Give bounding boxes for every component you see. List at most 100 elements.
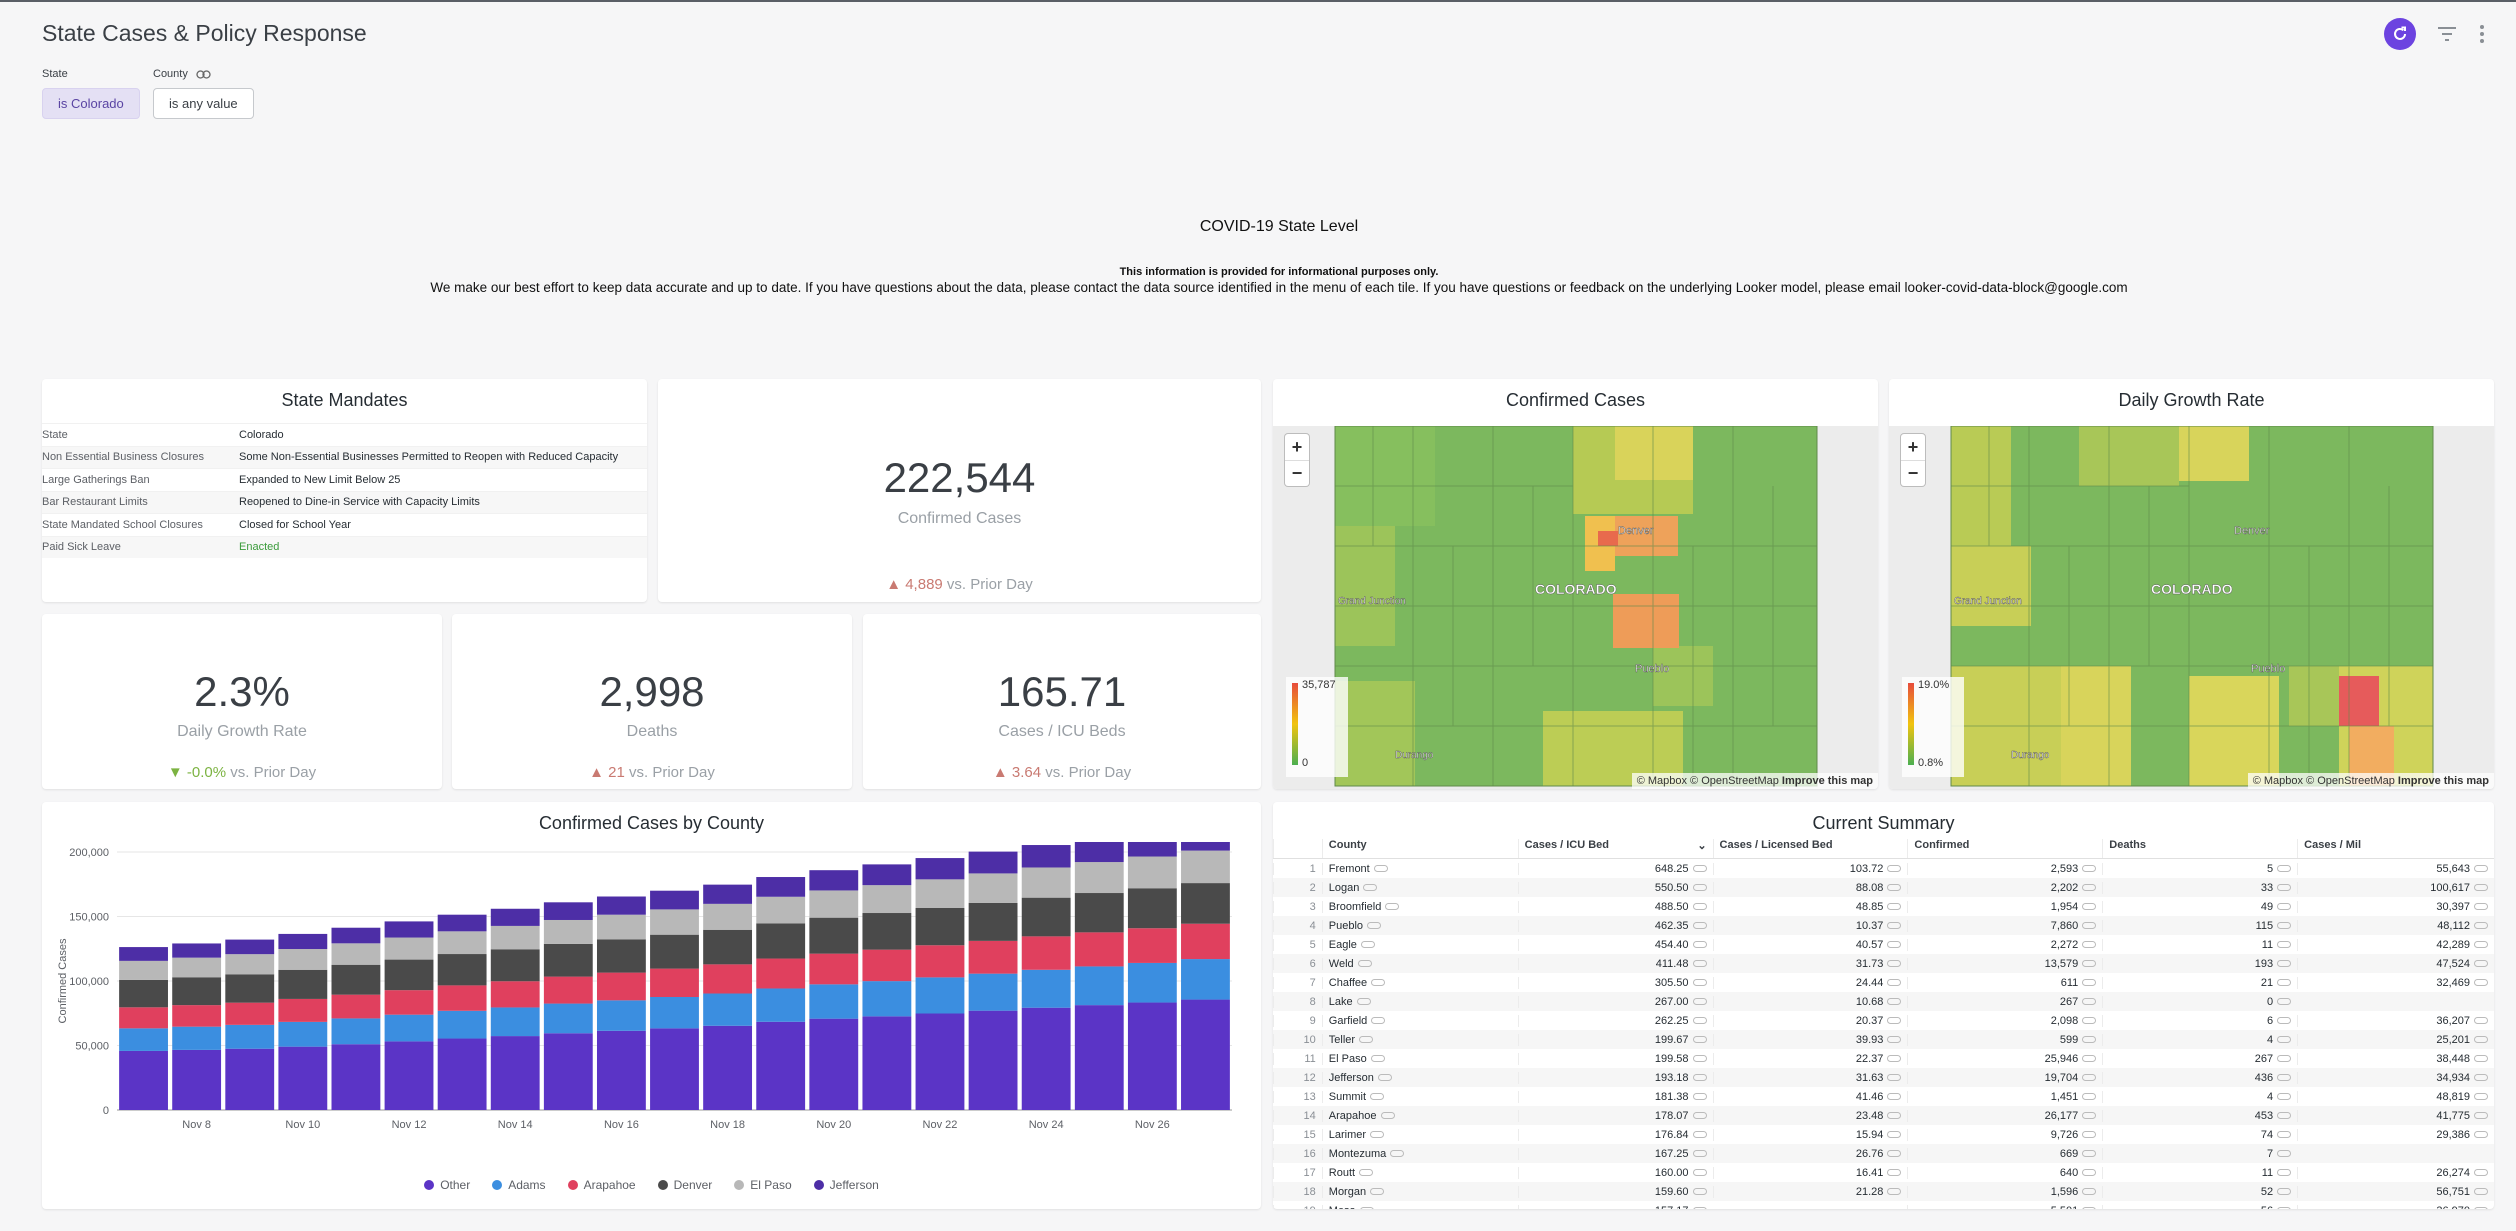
drill-menu-icon[interactable] <box>1692 1169 1707 1177</box>
bar-segment-jefferson[interactable] <box>331 927 381 944</box>
bar-segment-jefferson[interactable] <box>968 851 1018 874</box>
drill-menu-icon[interactable] <box>2082 960 2097 968</box>
drill-menu-icon[interactable] <box>2474 922 2489 930</box>
bar-segment-other[interactable] <box>756 1021 806 1110</box>
bar-segment-jefferson[interactable] <box>1074 842 1124 863</box>
drill-menu-icon[interactable] <box>2082 1017 2097 1025</box>
bar-segment-adams[interactable] <box>915 977 965 1014</box>
table-row[interactable]: 5 Eagle 454.40 40.57 2,272 11 42,289 <box>1273 935 2494 954</box>
bar-segment-arapahoe[interactable] <box>543 976 593 1004</box>
drill-menu-icon[interactable] <box>1692 1074 1707 1082</box>
drill-menu-icon[interactable] <box>2277 865 2292 873</box>
drill-menu-icon[interactable] <box>2082 1131 2097 1139</box>
drill-menu-icon[interactable] <box>1692 1112 1707 1120</box>
bar-segment-el-paso[interactable] <box>278 949 328 970</box>
drill-menu-icon[interactable] <box>2277 1150 2292 1158</box>
legend-item[interactable]: Other <box>424 1178 470 1192</box>
drill-menu-icon[interactable] <box>2277 1055 2292 1063</box>
drill-menu-icon[interactable] <box>2082 1169 2097 1177</box>
drill-menu-icon[interactable] <box>1371 979 1386 987</box>
bar-segment-denver[interactable] <box>968 902 1018 941</box>
drill-menu-icon[interactable] <box>1692 865 1707 873</box>
bar-segment-el-paso[interactable] <box>809 890 859 918</box>
bar-segment-other[interactable] <box>862 1016 912 1110</box>
drill-menu-icon[interactable] <box>2082 1207 2097 1209</box>
bar-segment-el-paso[interactable] <box>1074 862 1124 894</box>
table-row[interactable]: 16 Montezuma 167.25 26.76 669 7 <box>1273 1144 2494 1163</box>
drill-menu-icon[interactable] <box>1887 1112 1902 1120</box>
col-header-cases-icu[interactable]: Cases / ICU Bed ⌄ <box>1517 839 1713 858</box>
bar-segment-arapahoe[interactable] <box>809 953 859 985</box>
drill-menu-icon[interactable] <box>1692 1131 1707 1139</box>
bar-segment-jefferson[interactable] <box>809 870 859 891</box>
drill-menu-icon[interactable] <box>2082 1055 2097 1063</box>
bar-segment-jefferson[interactable] <box>490 908 540 926</box>
bar-segment-el-paso[interactable] <box>384 937 434 960</box>
bar-segment-arapahoe[interactable] <box>1181 923 1230 960</box>
bar-segment-jefferson[interactable] <box>862 864 912 886</box>
bar-segment-denver[interactable] <box>756 923 806 959</box>
bar-segment-adams[interactable] <box>968 973 1018 1011</box>
bar-segment-denver[interactable] <box>331 964 381 995</box>
drill-menu-icon[interactable] <box>1692 998 1707 1006</box>
bar-segment-other[interactable] <box>968 1010 1018 1110</box>
bar-segment-el-paso[interactable] <box>543 919 593 944</box>
bar-segment-el-paso[interactable] <box>915 879 965 908</box>
bar-segment-el-paso[interactable] <box>596 914 646 940</box>
bar-segment-adams[interactable] <box>703 993 753 1026</box>
bar-segment-jefferson[interactable] <box>703 884 753 904</box>
col-header-cases-mil[interactable]: Cases / Mil <box>2297 839 2494 858</box>
bar-segment-adams[interactable] <box>1074 966 1124 1006</box>
bar-segment-jefferson[interactable] <box>543 902 593 920</box>
zoom-out-button[interactable]: − <box>1285 460 1309 486</box>
drill-menu-icon[interactable] <box>1887 1017 1902 1025</box>
drill-menu-icon[interactable] <box>1692 1093 1707 1101</box>
drill-menu-icon[interactable] <box>1356 998 1371 1006</box>
bar-segment-denver[interactable] <box>596 939 646 973</box>
bar-segment-other[interactable] <box>490 1036 540 1110</box>
drill-menu-icon[interactable] <box>2277 941 2292 949</box>
drill-menu-icon[interactable] <box>2082 979 2097 987</box>
bar-segment-arapahoe[interactable] <box>225 1002 275 1025</box>
bar-segment-arapahoe[interactable] <box>331 994 381 1019</box>
drill-menu-icon[interactable] <box>2277 1017 2292 1025</box>
bar-segment-el-paso[interactable] <box>172 957 222 978</box>
bar-segment-adams[interactable] <box>437 1010 487 1039</box>
table-row[interactable]: 15 Larimer 176.84 15.94 9,726 74 29,386 <box>1273 1125 2494 1144</box>
drill-menu-icon[interactable] <box>1360 941 1375 949</box>
table-row[interactable]: 3 Broomfield 488.50 48.85 1,954 49 30,397 <box>1273 897 2494 916</box>
bar-segment-arapahoe[interactable] <box>1127 928 1177 963</box>
drill-menu-icon[interactable] <box>1692 1188 1707 1196</box>
drill-menu-icon[interactable] <box>2277 922 2292 930</box>
bar-segment-arapahoe[interactable] <box>915 945 965 978</box>
bar-segment-el-paso[interactable] <box>862 885 912 914</box>
drill-menu-icon[interactable] <box>1887 979 1902 987</box>
county-filter-chip[interactable]: is any value <box>153 88 254 119</box>
bar-segment-arapahoe[interactable] <box>1021 936 1071 970</box>
drill-menu-icon[interactable] <box>2474 1055 2489 1063</box>
bar-segment-el-paso[interactable] <box>1181 850 1230 884</box>
drill-menu-icon[interactable] <box>1692 1150 1707 1158</box>
drill-menu-icon[interactable] <box>1887 960 1902 968</box>
bar-segment-other[interactable] <box>1181 999 1230 1110</box>
drill-menu-icon[interactable] <box>2082 903 2097 911</box>
bar-segment-other[interactable] <box>225 1048 275 1110</box>
drill-menu-icon[interactable] <box>2082 922 2097 930</box>
drill-menu-icon[interactable] <box>1692 884 1707 892</box>
bar-segment-denver[interactable] <box>543 943 593 977</box>
drill-menu-icon[interactable] <box>1692 979 1707 987</box>
drill-menu-icon[interactable] <box>1370 1055 1385 1063</box>
col-header-cases-licensed[interactable]: Cases / Licensed Bed <box>1712 839 1908 858</box>
drill-menu-icon[interactable] <box>1385 903 1400 911</box>
table-row[interactable]: 19 Mesa 157.17 5,501 56 36,970 <box>1273 1201 2494 1209</box>
drill-menu-icon[interactable] <box>2474 941 2489 949</box>
table-row[interactable]: 4 Pueblo 462.35 10.37 7,860 115 48,112 <box>1273 916 2494 935</box>
bar-segment-other[interactable] <box>1074 1005 1124 1110</box>
bar-segment-jefferson[interactable] <box>278 933 328 950</box>
table-row[interactable]: 14 Arapahoe 178.07 23.48 26,177 453 41,775 <box>1273 1106 2494 1125</box>
table-row[interactable]: 7 Chaffee 305.50 24.44 611 21 32,469 <box>1273 973 2494 992</box>
legend-item[interactable]: Denver <box>657 1178 712 1192</box>
bar-segment-denver[interactable] <box>1021 897 1071 937</box>
bar-segment-other[interactable] <box>437 1038 487 1110</box>
bar-segment-other[interactable] <box>543 1033 593 1110</box>
